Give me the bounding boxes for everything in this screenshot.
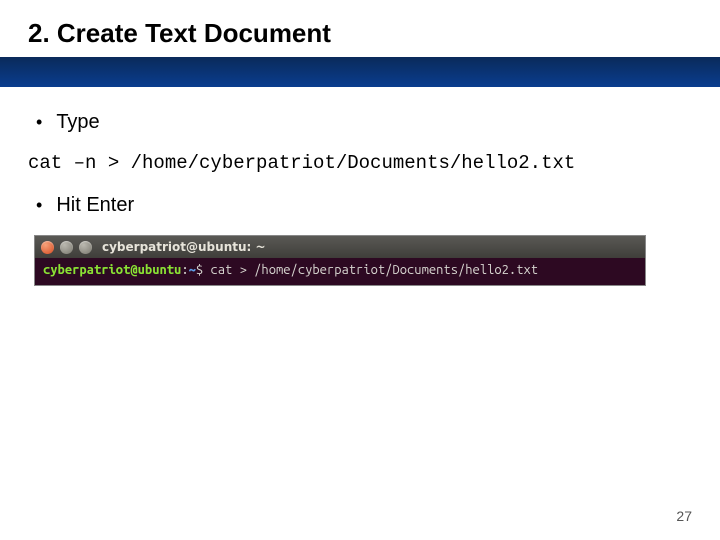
prompt-colon: : bbox=[181, 263, 188, 277]
terminal-titlebar: cyberpatriot@ubuntu: ~ bbox=[35, 236, 645, 258]
title-block: 2. Create Text Document bbox=[0, 0, 720, 57]
close-icon[interactable] bbox=[41, 241, 54, 254]
content: • Type cat –n > /home/cyberpatriot/Docum… bbox=[0, 87, 720, 286]
bullet-dot-icon: • bbox=[36, 113, 42, 131]
prompt-path: ~ bbox=[189, 263, 196, 277]
prompt-user: cyberpatriot@ubuntu bbox=[43, 263, 181, 277]
minimize-icon[interactable] bbox=[60, 241, 73, 254]
bullet-dot-icon: • bbox=[36, 196, 42, 214]
maximize-icon[interactable] bbox=[79, 241, 92, 254]
page-number: 27 bbox=[676, 508, 692, 524]
bullet-item: • Type bbox=[28, 111, 692, 134]
command-text: cat –n > /home/cyberpatriot/Documents/he… bbox=[28, 152, 692, 174]
prompt-symbol: $ bbox=[196, 263, 203, 277]
bullet-item: • Hit Enter bbox=[28, 194, 692, 217]
bullet-text: Hit Enter bbox=[56, 194, 134, 217]
slide-title: 2. Create Text Document bbox=[28, 18, 692, 49]
terminal-screenshot: cyberpatriot@ubuntu: ~ cyberpatriot@ubun… bbox=[28, 235, 692, 286]
terminal-command: cat > /home/cyberpatriot/Documents/hello… bbox=[210, 263, 538, 277]
bullet-text: Type bbox=[56, 111, 99, 134]
terminal-body[interactable]: cyberpatriot@ubuntu:~$ cat > /home/cyber… bbox=[35, 258, 645, 285]
terminal-title: cyberpatriot@ubuntu: ~ bbox=[102, 240, 266, 254]
header-bar bbox=[0, 57, 720, 87]
slide: 2. Create Text Document • Type cat –n > … bbox=[0, 0, 720, 540]
terminal-window: cyberpatriot@ubuntu: ~ cyberpatriot@ubun… bbox=[34, 235, 646, 286]
